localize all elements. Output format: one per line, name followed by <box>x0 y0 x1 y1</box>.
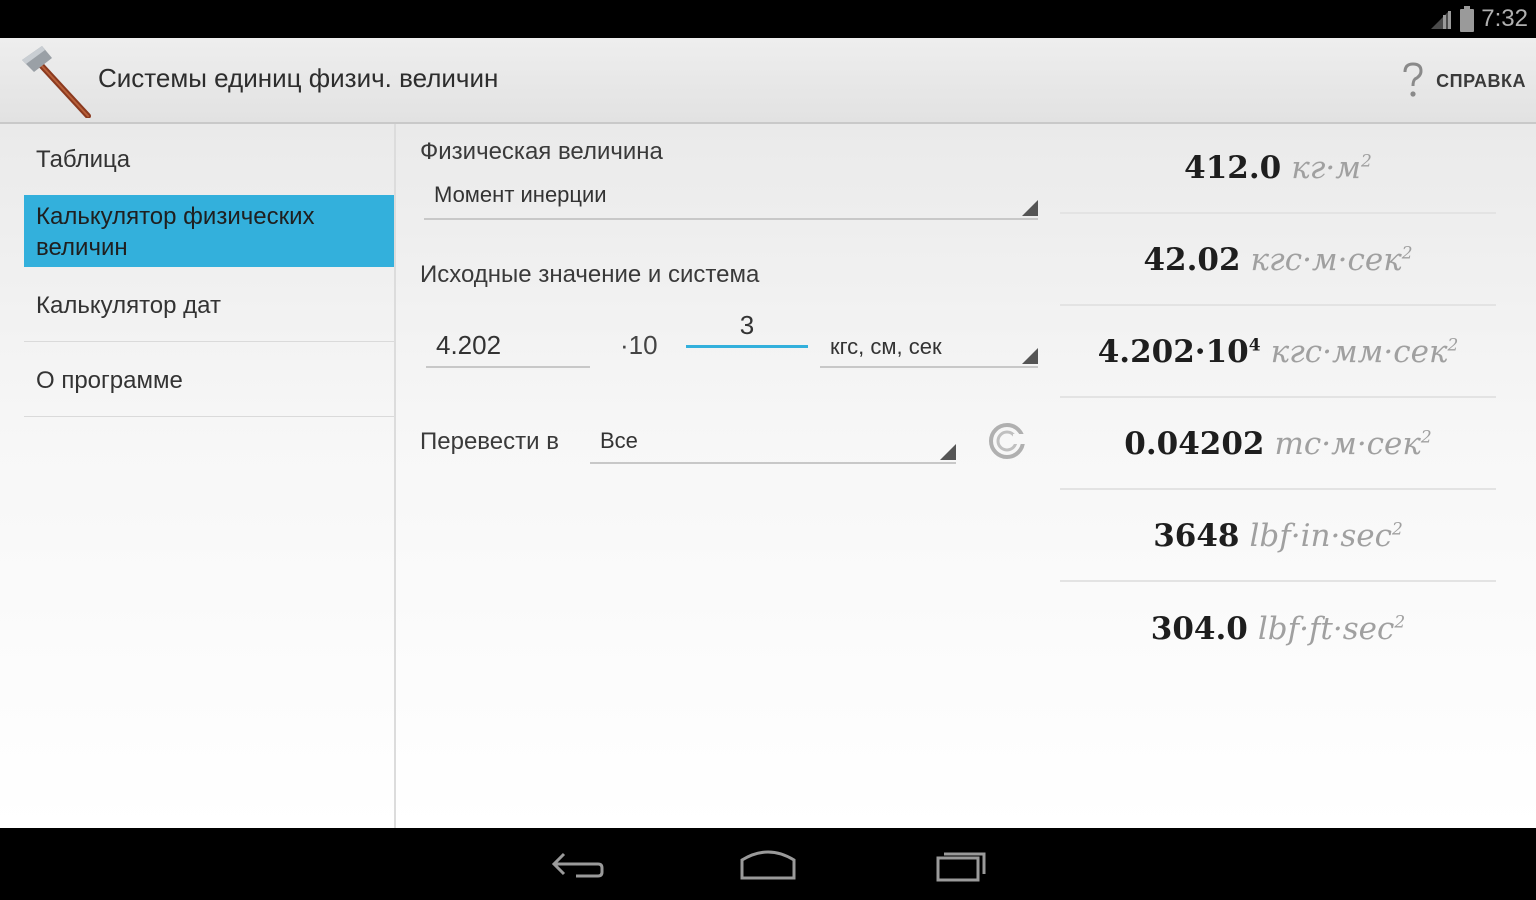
refresh-icon[interactable] <box>986 420 1028 462</box>
results-list: 412.0 кг·м2 42.02 кгс·м·сек2 4.202·104 к… <box>1060 124 1496 684</box>
result-unit: тс·м·сек2 <box>1275 426 1432 462</box>
result-unit-power: 2 <box>1447 335 1459 356</box>
hammer-icon[interactable] <box>18 44 94 118</box>
result-unit: кгс·м·сек2 <box>1251 242 1413 278</box>
mantissa-input[interactable]: 4.202 <box>426 324 590 368</box>
convert-target-value: Все <box>600 428 638 453</box>
recents-icon[interactable] <box>932 842 992 886</box>
result-value: 4.202·104 <box>1098 334 1261 370</box>
help-button[interactable]: СПРАВКА <box>1400 58 1526 104</box>
result-unit-text: lbf·in·sec <box>1249 518 1392 554</box>
action-bar: Системы единиц физич. величин СПРАВКА <box>0 38 1536 124</box>
help-icon <box>1403 62 1423 97</box>
sidebar-item-label: Таблица <box>36 146 131 173</box>
result-unit-power: 2 <box>1401 243 1413 264</box>
sidebar-item-table[interactable]: Таблица <box>24 138 394 196</box>
convert-target-spinner[interactable]: Все <box>590 420 956 464</box>
result-unit-power: 2 <box>1420 427 1432 448</box>
exponent-input[interactable]: 3 <box>686 306 808 348</box>
result-unit-text: тс·м·сек <box>1274 426 1421 462</box>
convert-label: Перевести в <box>420 428 559 455</box>
result-unit-power: 2 <box>1394 612 1406 633</box>
quantity-spinner[interactable]: Момент инерции <box>424 176 1038 220</box>
dropdown-triangle-icon <box>1022 348 1038 364</box>
result-unit-text: кгс·м·сек <box>1250 242 1402 278</box>
calculator-form: Физическая величина Момент инерции Исход… <box>396 124 1056 828</box>
result-row: 3648 lbf·in·sec2 <box>1060 492 1496 582</box>
source-label: Исходные значение и система <box>420 261 760 288</box>
result-unit-text: lbf·ft·sec <box>1257 611 1395 647</box>
result-unit-text: кгс·мм·сек <box>1270 334 1448 370</box>
dropdown-triangle-icon <box>1022 200 1038 216</box>
result-value: 304.0 <box>1150 611 1248 647</box>
result-value: 412.0 <box>1184 150 1282 186</box>
result-unit-power: 2 <box>1361 151 1372 172</box>
system-nav-bar <box>0 828 1536 900</box>
sidebar-item-label: Калькулятор физических величин <box>36 203 315 261</box>
result-row: 304.0 lbf·ft·sec2 <box>1060 584 1496 674</box>
back-icon[interactable] <box>546 842 606 886</box>
result-value: 3648 <box>1153 518 1240 554</box>
sidebar-item-label: Калькулятор дат <box>36 292 221 319</box>
result-value-mantissa: 4.202·10 <box>1097 334 1249 370</box>
quantity-value: Момент инерции <box>434 182 607 207</box>
result-unit: lbf·ft·sec2 <box>1258 611 1405 647</box>
dropdown-triangle-icon <box>940 444 956 460</box>
result-value-power: 4 <box>1248 335 1261 356</box>
result-row: 42.02 кгс·м·сек2 <box>1060 216 1496 306</box>
result-value: 0.04202 <box>1124 426 1265 462</box>
times-ten-label: ·10 <box>620 330 658 360</box>
signal-icon <box>1431 11 1452 29</box>
unit-system-value: кгс, см, сек <box>830 334 942 359</box>
result-value: 42.02 <box>1143 242 1241 278</box>
result-unit: lbf·in·sec2 <box>1250 518 1403 554</box>
battery-icon <box>1460 6 1475 32</box>
status-icons: 7:32 <box>1429 4 1528 34</box>
result-unit: кг·м2 <box>1291 150 1372 186</box>
sidebar: Таблица Калькулятор физических величин К… <box>0 124 396 828</box>
result-row: 0.04202 тс·м·сек2 <box>1060 400 1496 490</box>
sidebar-item-physical-calculator[interactable]: Калькулятор физических величин <box>24 195 394 267</box>
status-bar: 7:32 <box>0 0 1536 38</box>
help-label: СПРАВКА <box>1436 70 1526 91</box>
result-row: 4.202·104 кгс·мм·сек2 <box>1060 308 1496 398</box>
result-unit-text: кг·м <box>1291 150 1361 186</box>
result-row: 412.0 кг·м2 <box>1060 124 1496 214</box>
result-unit-power: 2 <box>1391 519 1403 540</box>
home-icon[interactable] <box>738 842 798 886</box>
sidebar-item-about[interactable]: О программе <box>24 343 394 417</box>
quantity-label: Физическая величина <box>420 138 663 165</box>
unit-system-spinner[interactable]: кгс, см, сек <box>820 324 1038 368</box>
sidebar-item-label: О программе <box>36 367 183 394</box>
app-title: Системы единиц физич. величин <box>98 63 499 93</box>
sidebar-item-date-calculator[interactable]: Калькулятор дат <box>24 268 394 342</box>
content-area: Таблица Калькулятор физических величин К… <box>0 124 1536 828</box>
result-unit: кгс·мм·сек2 <box>1271 334 1459 370</box>
status-time: 7:32 <box>1481 5 1528 32</box>
